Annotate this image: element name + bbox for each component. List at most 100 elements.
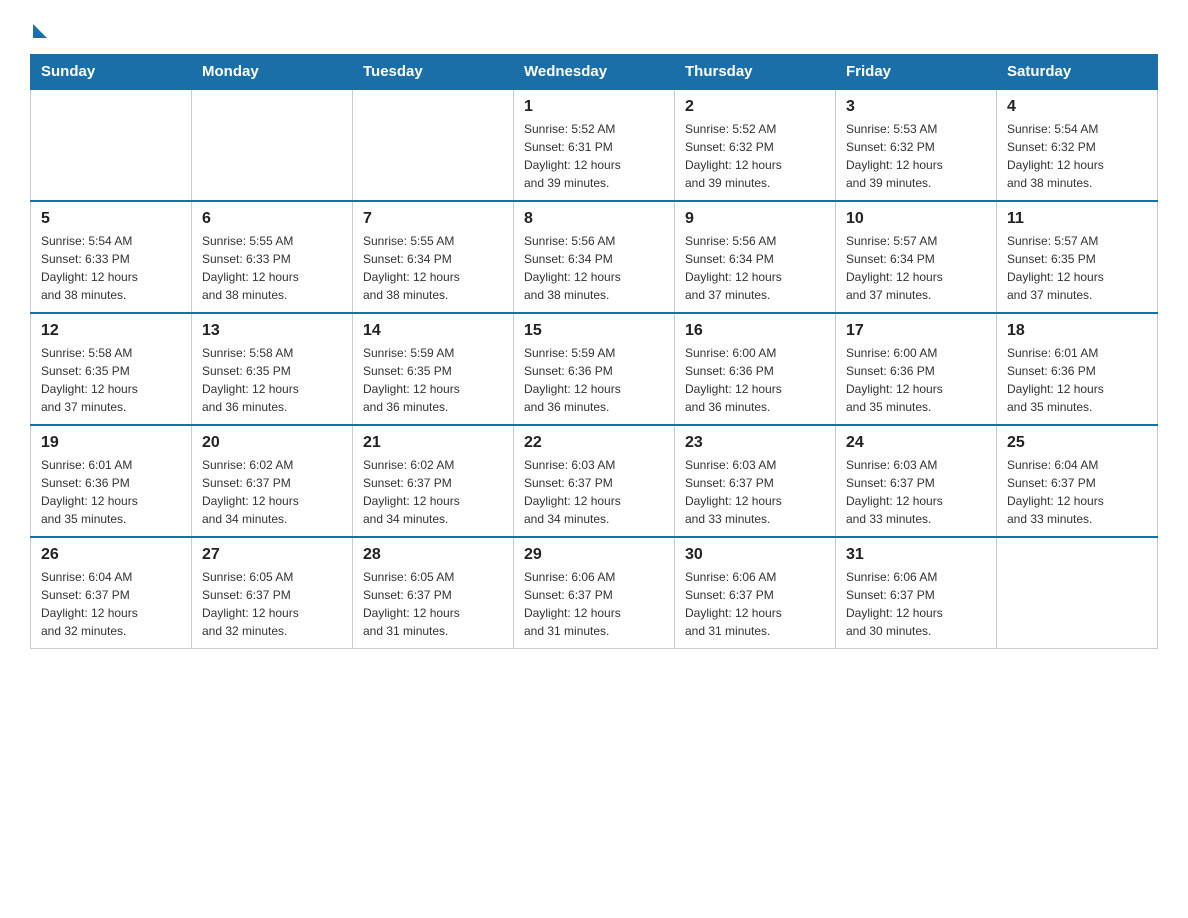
day-number: 15 xyxy=(524,322,664,340)
calendar-header-row: SundayMondayTuesdayWednesdayThursdayFrid… xyxy=(31,55,1158,90)
day-number: 10 xyxy=(846,210,986,228)
day-number: 13 xyxy=(202,322,342,340)
day-info: Sunrise: 6:02 AM Sunset: 6:37 PM Dayligh… xyxy=(202,456,342,528)
calendar-cell: 15 Sunrise: 5:59 AM Sunset: 6:36 PM Dayli… xyxy=(514,313,675,425)
day-number: 28 xyxy=(363,546,503,564)
day-number: 29 xyxy=(524,546,664,564)
day-info: Sunrise: 5:56 AM Sunset: 6:34 PM Dayligh… xyxy=(685,232,825,304)
calendar-cell: 11 Sunrise: 5:57 AM Sunset: 6:35 PM Dayli… xyxy=(997,201,1158,313)
day-number: 12 xyxy=(41,322,181,340)
day-info: Sunrise: 5:56 AM Sunset: 6:34 PM Dayligh… xyxy=(524,232,664,304)
day-info: Sunrise: 5:58 AM Sunset: 6:35 PM Dayligh… xyxy=(41,344,181,416)
day-info: Sunrise: 6:04 AM Sunset: 6:37 PM Dayligh… xyxy=(1007,456,1147,528)
day-header-friday: Friday xyxy=(836,55,997,90)
calendar-cell: 19 Sunrise: 6:01 AM Sunset: 6:36 PM Dayli… xyxy=(31,425,192,537)
calendar-cell: 10 Sunrise: 5:57 AM Sunset: 6:34 PM Dayli… xyxy=(836,201,997,313)
week-row-4: 19 Sunrise: 6:01 AM Sunset: 6:36 PM Dayli… xyxy=(31,425,1158,537)
calendar-cell: 9 Sunrise: 5:56 AM Sunset: 6:34 PM Daylig… xyxy=(675,201,836,313)
day-info: Sunrise: 5:54 AM Sunset: 6:32 PM Dayligh… xyxy=(1007,120,1147,192)
day-number: 4 xyxy=(1007,98,1147,116)
calendar-cell: 24Sunrise: 6:03 AM Sunset: 6:37 PM Dayli… xyxy=(836,425,997,537)
logo xyxy=(30,20,47,34)
day-info: Sunrise: 6:06 AM Sunset: 6:37 PM Dayligh… xyxy=(685,568,825,640)
day-info: Sunrise: 5:52 AM Sunset: 6:32 PM Dayligh… xyxy=(685,120,825,192)
calendar-cell: 4 Sunrise: 5:54 AM Sunset: 6:32 PM Daylig… xyxy=(997,89,1158,201)
day-number: 7 xyxy=(363,210,503,228)
calendar-cell: 5 Sunrise: 5:54 AM Sunset: 6:33 PM Daylig… xyxy=(31,201,192,313)
day-number: 27 xyxy=(202,546,342,564)
calendar-cell: 20 Sunrise: 6:02 AM Sunset: 6:37 PM Dayli… xyxy=(192,425,353,537)
calendar-cell: 29 Sunrise: 6:06 AM Sunset: 6:37 PM Dayli… xyxy=(514,537,675,649)
calendar-cell: 6 Sunrise: 5:55 AM Sunset: 6:33 PM Daylig… xyxy=(192,201,353,313)
week-row-1: 1 Sunrise: 5:52 AM Sunset: 6:31 PM Daylig… xyxy=(31,89,1158,201)
calendar-cell: 26 Sunrise: 6:04 AM Sunset: 6:37 PM Dayli… xyxy=(31,537,192,649)
day-info: Sunrise: 6:06 AM Sunset: 6:37 PM Dayligh… xyxy=(524,568,664,640)
calendar-cell: 23 Sunrise: 6:03 AM Sunset: 6:37 PM Dayli… xyxy=(675,425,836,537)
day-info: Sunrise: 6:03 AM Sunset: 6:37 PM Dayligh… xyxy=(846,456,986,528)
day-number: 2 xyxy=(685,98,825,116)
day-number: 3 xyxy=(846,98,986,116)
day-number: 8 xyxy=(524,210,664,228)
day-info: Sunrise: 6:02 AM Sunset: 6:37 PM Dayligh… xyxy=(363,456,503,528)
day-info: Sunrise: 6:05 AM Sunset: 6:37 PM Dayligh… xyxy=(202,568,342,640)
day-info: Sunrise: 6:03 AM Sunset: 6:37 PM Dayligh… xyxy=(685,456,825,528)
calendar-cell: 31Sunrise: 6:06 AM Sunset: 6:37 PM Dayli… xyxy=(836,537,997,649)
calendar-cell: 12 Sunrise: 5:58 AM Sunset: 6:35 PM Dayli… xyxy=(31,313,192,425)
day-number: 23 xyxy=(685,434,825,452)
day-info: Sunrise: 5:55 AM Sunset: 6:33 PM Dayligh… xyxy=(202,232,342,304)
calendar-table: SundayMondayTuesdayWednesdayThursdayFrid… xyxy=(30,54,1158,649)
day-info: Sunrise: 6:04 AM Sunset: 6:37 PM Dayligh… xyxy=(41,568,181,640)
day-number: 30 xyxy=(685,546,825,564)
calendar-cell: 27 Sunrise: 6:05 AM Sunset: 6:37 PM Dayli… xyxy=(192,537,353,649)
day-number: 22 xyxy=(524,434,664,452)
day-info: Sunrise: 5:58 AM Sunset: 6:35 PM Dayligh… xyxy=(202,344,342,416)
calendar-cell: 8 Sunrise: 5:56 AM Sunset: 6:34 PM Daylig… xyxy=(514,201,675,313)
day-number: 19 xyxy=(41,434,181,452)
day-number: 16 xyxy=(685,322,825,340)
day-number: 9 xyxy=(685,210,825,228)
day-number: 18 xyxy=(1007,322,1147,340)
calendar-cell: 25 Sunrise: 6:04 AM Sunset: 6:37 PM Dayli… xyxy=(997,425,1158,537)
week-row-3: 12 Sunrise: 5:58 AM Sunset: 6:35 PM Dayli… xyxy=(31,313,1158,425)
day-info: Sunrise: 5:59 AM Sunset: 6:36 PM Dayligh… xyxy=(524,344,664,416)
week-row-2: 5 Sunrise: 5:54 AM Sunset: 6:33 PM Daylig… xyxy=(31,201,1158,313)
calendar-cell: 30 Sunrise: 6:06 AM Sunset: 6:37 PM Dayli… xyxy=(675,537,836,649)
day-info: Sunrise: 5:57 AM Sunset: 6:34 PM Dayligh… xyxy=(846,232,986,304)
day-info: Sunrise: 5:55 AM Sunset: 6:34 PM Dayligh… xyxy=(363,232,503,304)
day-header-saturday: Saturday xyxy=(997,55,1158,90)
calendar-cell xyxy=(31,89,192,201)
day-number: 26 xyxy=(41,546,181,564)
day-header-monday: Monday xyxy=(192,55,353,90)
day-info: Sunrise: 5:54 AM Sunset: 6:33 PM Dayligh… xyxy=(41,232,181,304)
day-number: 25 xyxy=(1007,434,1147,452)
day-number: 20 xyxy=(202,434,342,452)
calendar-cell: 17Sunrise: 6:00 AM Sunset: 6:36 PM Dayli… xyxy=(836,313,997,425)
day-header-tuesday: Tuesday xyxy=(353,55,514,90)
calendar-cell xyxy=(997,537,1158,649)
day-info: Sunrise: 5:52 AM Sunset: 6:31 PM Dayligh… xyxy=(524,120,664,192)
calendar-cell: 3Sunrise: 5:53 AM Sunset: 6:32 PM Daylig… xyxy=(836,89,997,201)
day-header-sunday: Sunday xyxy=(31,55,192,90)
day-number: 11 xyxy=(1007,210,1147,228)
logo-arrow-icon xyxy=(33,24,47,38)
page-header xyxy=(30,20,1158,34)
day-number: 1 xyxy=(524,98,664,116)
calendar-cell: 13 Sunrise: 5:58 AM Sunset: 6:35 PM Dayli… xyxy=(192,313,353,425)
week-row-5: 26 Sunrise: 6:04 AM Sunset: 6:37 PM Dayli… xyxy=(31,537,1158,649)
calendar-cell: 28 Sunrise: 6:05 AM Sunset: 6:37 PM Dayli… xyxy=(353,537,514,649)
day-header-thursday: Thursday xyxy=(675,55,836,90)
calendar-cell: 1 Sunrise: 5:52 AM Sunset: 6:31 PM Daylig… xyxy=(514,89,675,201)
day-info: Sunrise: 6:05 AM Sunset: 6:37 PM Dayligh… xyxy=(363,568,503,640)
day-header-wednesday: Wednesday xyxy=(514,55,675,90)
day-info: Sunrise: 6:01 AM Sunset: 6:36 PM Dayligh… xyxy=(41,456,181,528)
day-info: Sunrise: 5:57 AM Sunset: 6:35 PM Dayligh… xyxy=(1007,232,1147,304)
calendar-cell: 2 Sunrise: 5:52 AM Sunset: 6:32 PM Daylig… xyxy=(675,89,836,201)
day-info: Sunrise: 6:03 AM Sunset: 6:37 PM Dayligh… xyxy=(524,456,664,528)
day-info: Sunrise: 6:06 AM Sunset: 6:37 PM Dayligh… xyxy=(846,568,986,640)
day-number: 5 xyxy=(41,210,181,228)
day-info: Sunrise: 6:00 AM Sunset: 6:36 PM Dayligh… xyxy=(846,344,986,416)
day-info: Sunrise: 6:00 AM Sunset: 6:36 PM Dayligh… xyxy=(685,344,825,416)
day-info: Sunrise: 6:01 AM Sunset: 6:36 PM Dayligh… xyxy=(1007,344,1147,416)
calendar-cell: 7 Sunrise: 5:55 AM Sunset: 6:34 PM Daylig… xyxy=(353,201,514,313)
day-number: 6 xyxy=(202,210,342,228)
